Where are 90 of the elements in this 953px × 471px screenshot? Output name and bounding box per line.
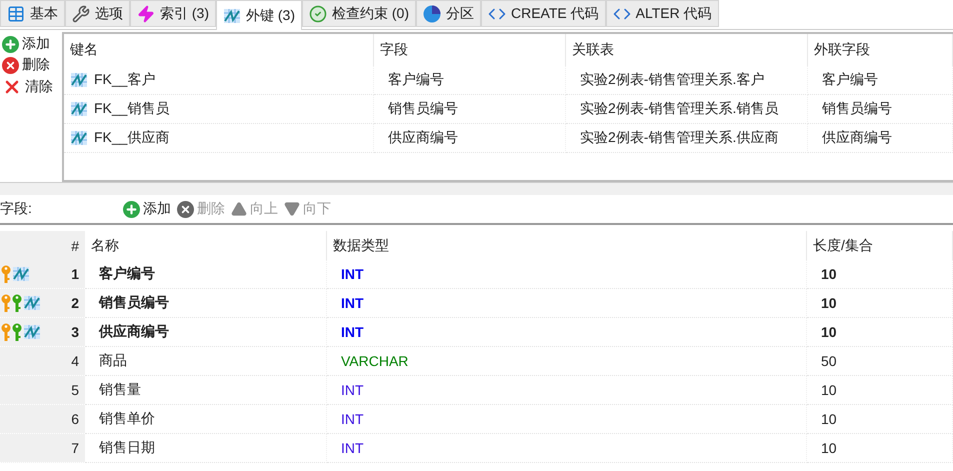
- relation-icon: [23, 324, 41, 340]
- table-cell: 商品: [85, 347, 327, 376]
- tab[interactable]: 外键 (3): [216, 0, 302, 30]
- table-cell: 销售量: [85, 376, 327, 405]
- down-icon: [284, 201, 300, 217]
- table-cell: 销售日期: [85, 434, 327, 463]
- row-number: 2: [71, 295, 79, 311]
- table-cell: FK__供应商: [64, 124, 374, 153]
- table-cell: FK__销售员: [64, 95, 374, 124]
- table-cell: INT: [327, 376, 807, 405]
- tab[interactable]: CREATE 代码: [481, 0, 606, 27]
- relation-icon: [70, 72, 88, 88]
- table-cell: INT: [327, 260, 807, 289]
- table-cell: INT: [327, 405, 807, 434]
- row-number: 5: [71, 382, 79, 398]
- row-header[interactable]: 7: [0, 434, 85, 463]
- delete-icon: [177, 200, 194, 218]
- relation-icon: [12, 266, 30, 282]
- toolbar-button[interactable]: 清除: [2, 77, 60, 97]
- row-header[interactable]: 1: [0, 260, 85, 289]
- up-icon: [231, 201, 247, 217]
- table-cell: 10: [807, 289, 953, 318]
- row-number: 3: [71, 324, 79, 340]
- tab[interactable]: 基本: [0, 0, 65, 27]
- row-header[interactable]: 4: [0, 347, 85, 376]
- row-number: 1: [71, 266, 79, 282]
- table-cell: FK__客户: [64, 66, 374, 95]
- column-header[interactable]: 名称: [85, 231, 327, 260]
- toolbar-button[interactable]: 添加: [2, 35, 60, 53]
- column-header[interactable]: 键名: [64, 34, 374, 66]
- table-cell: 销售员编号: [85, 289, 327, 318]
- table-cell: 供应商编号: [85, 318, 327, 347]
- table-cell: 客户编号: [85, 260, 327, 289]
- row-header[interactable]: 3: [0, 318, 85, 347]
- table-cell: 实验2例表-销售管理关系.供应商: [566, 124, 808, 153]
- table-cell: INT: [327, 434, 807, 463]
- table-cell: 客户编号: [808, 66, 953, 95]
- table-cell: 客户编号: [374, 66, 566, 95]
- tab[interactable]: 检查约束 (0): [302, 0, 416, 27]
- lightning-icon: [137, 4, 155, 22]
- key-icon: [1, 294, 11, 312]
- key-icon: [12, 323, 22, 341]
- key-icon: [1, 265, 11, 283]
- column-header[interactable]: 长度/集合: [807, 231, 953, 260]
- row-number: 6: [71, 411, 79, 427]
- key-icon: [12, 294, 22, 312]
- table-cell: 10: [807, 434, 953, 463]
- table-cell: 10: [807, 376, 953, 405]
- row-header[interactable]: 2: [0, 289, 85, 318]
- table-cell: 10: [807, 318, 953, 347]
- tab[interactable]: 索引 (3): [130, 0, 216, 27]
- table-icon: [7, 4, 25, 22]
- relation-icon: [223, 8, 241, 24]
- relation-icon: [23, 295, 41, 311]
- row-number: 7: [71, 440, 79, 456]
- row-number: 4: [71, 353, 79, 369]
- check-icon: [309, 4, 327, 22]
- table-cell: 10: [807, 405, 953, 434]
- relation-icon: [70, 130, 88, 146]
- column-header[interactable]: 外联字段: [808, 34, 953, 66]
- table-cell: 50: [807, 347, 953, 376]
- pie-chart-icon: [423, 4, 441, 22]
- table-cell: INT: [327, 318, 807, 347]
- column-header[interactable]: 数据类型: [327, 231, 807, 260]
- table-cell: INT: [327, 289, 807, 318]
- column-header[interactable]: 字段: [374, 34, 566, 66]
- tab[interactable]: 分区: [416, 0, 481, 27]
- column-header[interactable]: 关联表: [566, 34, 808, 66]
- tab[interactable]: 选项: [65, 0, 130, 27]
- splitter-bar[interactable]: [0, 182, 953, 195]
- row-header[interactable]: 5: [0, 376, 85, 405]
- table-cell: 销售员编号: [374, 95, 566, 124]
- add-icon: [123, 200, 140, 218]
- table-cell: 实验2例表-销售管理关系.销售员: [566, 95, 808, 124]
- table-cell: VARCHAR: [327, 347, 807, 376]
- column-header[interactable]: #: [0, 231, 85, 260]
- relation-icon: [70, 101, 88, 117]
- table-cell: 供应商编号: [374, 124, 566, 153]
- row-header[interactable]: 6: [0, 405, 85, 434]
- table-cell: 实验2例表-销售管理关系.客户: [566, 66, 808, 95]
- tab[interactable]: ALTER 代码: [606, 0, 719, 27]
- table-cell: 10: [807, 260, 953, 289]
- key-icon: [1, 323, 11, 341]
- toolbar-button[interactable]: 删除: [2, 56, 60, 74]
- table-cell: 供应商编号: [808, 124, 953, 153]
- toolbar-button[interactable]: 添加: [123, 200, 171, 218]
- table-cell: 销售单价: [85, 405, 327, 434]
- table-cell: 销售员编号: [808, 95, 953, 124]
- section-label: 字段:: [0, 200, 33, 218]
- wrench-icon: [72, 4, 90, 22]
